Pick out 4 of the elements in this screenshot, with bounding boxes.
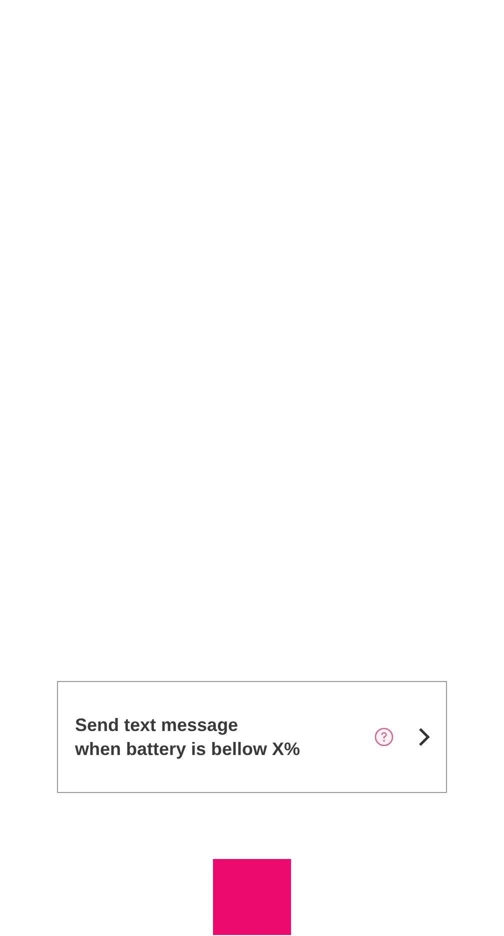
help-icon[interactable] bbox=[374, 727, 394, 747]
setting-row[interactable]: Send text message when battery is bellow X% bbox=[57, 681, 447, 793]
chevron-right-icon bbox=[418, 727, 430, 747]
setting-label: Send text message when battery is bellow X% bbox=[75, 714, 302, 761]
